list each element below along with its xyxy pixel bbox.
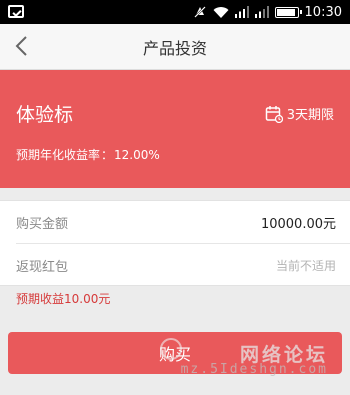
- product-name: 体验标: [16, 104, 74, 126]
- product-period: 3天期限: [265, 104, 334, 123]
- page-title: 产品投资: [142, 38, 207, 58]
- back-button[interactable]: [6, 31, 36, 61]
- purchase-amount-value[interactable]: 10000.00元: [261, 213, 336, 232]
- signal-icon-2: [254, 6, 269, 18]
- status-bar: 10:30: [0, 0, 350, 24]
- status-time: 10:30: [304, 4, 342, 20]
- purchase-amount-row[interactable]: 购买金额 10000.00元: [0, 201, 350, 243]
- purchase-amount-label: 购买金额: [16, 216, 69, 232]
- rate-label: 预期年化收益率: [16, 148, 101, 162]
- cashback-row[interactable]: 返现红包 当前不适用: [0, 244, 350, 286]
- nav-bar: 产品投资: [0, 24, 350, 70]
- annual-rate: 预期年化收益率：12.00%: [16, 146, 160, 163]
- cashback-label: 返现红包: [16, 259, 69, 275]
- chevron-left-icon: [15, 36, 27, 56]
- signal-icon: [234, 6, 249, 18]
- watermark-logo-icon: [160, 338, 182, 360]
- expected-income: 预期收益10.00元: [16, 292, 111, 306]
- watermark: 网络论坛 mz.5Ideshgn.com: [160, 338, 328, 382]
- period-label: 3天期限: [286, 108, 334, 123]
- mute-icon: [193, 5, 207, 19]
- wifi-icon: [213, 6, 229, 19]
- calendar-icon: [265, 105, 283, 123]
- investment-form: 购买金额 10000.00元 返现红包 当前不适用: [0, 200, 350, 286]
- cashback-value: 当前不适用: [275, 258, 336, 273]
- notification-icon: [8, 5, 24, 18]
- battery-icon: [274, 6, 302, 18]
- watermark-url: mz.5Ideshgn.com: [180, 362, 328, 377]
- rate-separator: ：: [101, 148, 114, 162]
- product-card: 体验标 3天期限 预期年化收益率：12.00%: [0, 70, 350, 188]
- rate-value: 12.00%: [114, 148, 160, 162]
